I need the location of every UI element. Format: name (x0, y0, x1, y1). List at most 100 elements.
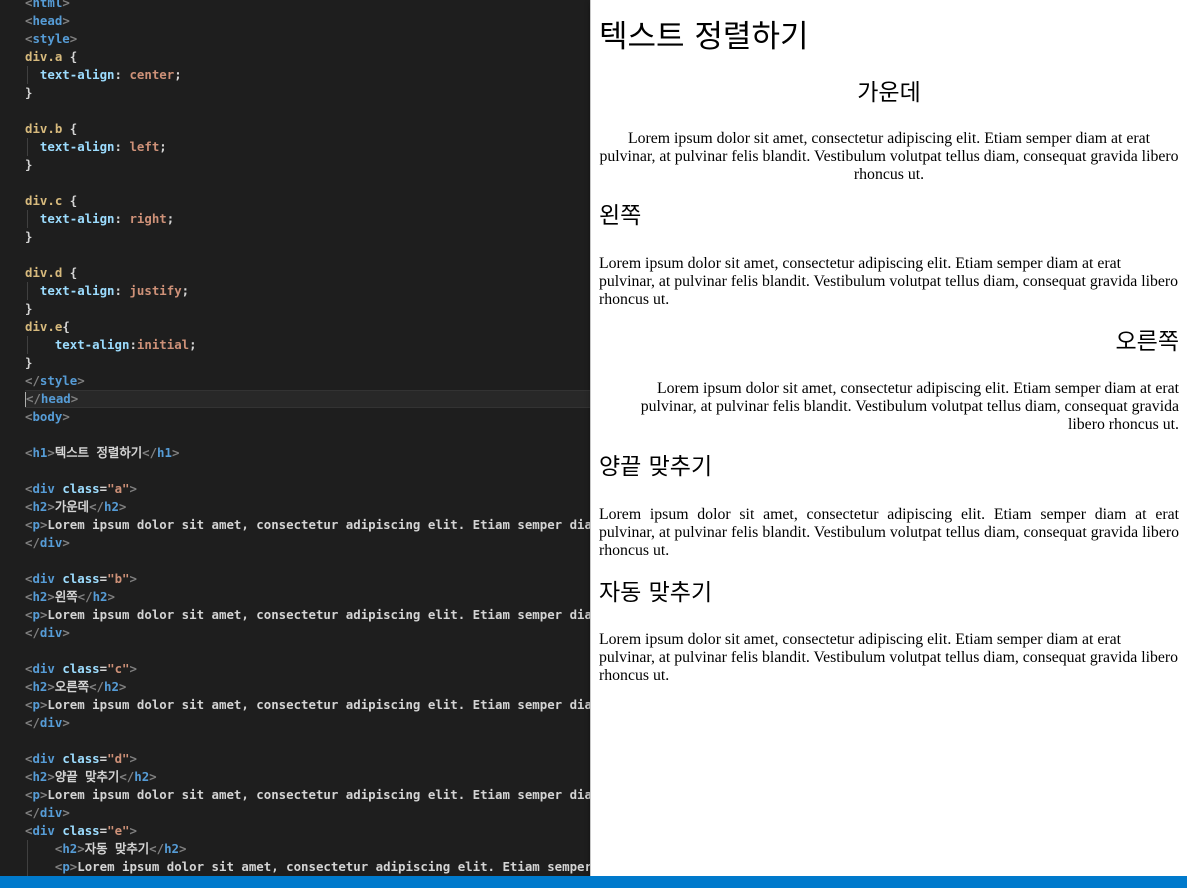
code-line[interactable]: text-align: center; (25, 66, 600, 84)
code-token: right (129, 211, 167, 226)
code-token: > (171, 445, 180, 460)
code-token: } (25, 229, 33, 244)
code-line[interactable]: </style> (25, 372, 600, 390)
browser-preview[interactable]: 텍스트 정렬하기 가운데 Lorem ipsum dolor sit amet,… (591, 0, 1187, 886)
code-token: </ (142, 445, 158, 460)
code-token: h2 (62, 841, 78, 856)
code-line[interactable] (25, 246, 600, 264)
code-token: div.a (25, 49, 63, 64)
code-token: "e" (107, 823, 130, 838)
code-line[interactable] (25, 642, 600, 660)
code-token: h2 (32, 589, 48, 604)
code-token: > (47, 589, 55, 604)
code-token: : (114, 67, 130, 82)
code-token: > (62, 535, 70, 550)
code-line[interactable]: <h2>자동 맞추기</h2> (25, 840, 600, 858)
code-token: h2 (164, 841, 180, 856)
code-line[interactable]: } (25, 228, 600, 246)
code-line[interactable]: <body> (25, 408, 600, 426)
code-line[interactable]: <h1>텍스트 정렬하기</h1> (25, 444, 600, 462)
status-bar (0, 876, 1187, 888)
code-token: style (32, 31, 70, 46)
code-line[interactable]: </div> (25, 714, 600, 732)
code-line[interactable]: text-align:initial; (25, 336, 600, 354)
code-token: text-align (39, 211, 115, 226)
code-line[interactable]: <h2>왼쪽</h2> (25, 588, 600, 606)
code-line[interactable]: } (25, 300, 600, 318)
section-heading: 가운데 (857, 80, 921, 106)
code-line[interactable]: <p>Lorem ipsum dolor sit amet, consectet… (25, 606, 600, 624)
code-line[interactable] (25, 462, 600, 480)
code-line[interactable]: <h2>오른쪽</h2> (25, 678, 600, 696)
code-line[interactable]: </head> (25, 390, 600, 408)
code-token: > (62, 13, 70, 28)
code-token: = (99, 571, 108, 586)
code-line[interactable]: <style> (25, 30, 600, 48)
code-line[interactable]: <p>Lorem ipsum dolor sit amet, consectet… (25, 786, 600, 804)
code-line[interactable]: } (25, 354, 600, 372)
code-token: div (32, 823, 55, 838)
section-justify: 양끝 맞추기 Lorem ipsum dolor sit amet, conse… (599, 454, 1179, 560)
code-line[interactable]: </div> (25, 804, 600, 822)
code-token: </ (77, 589, 93, 604)
code-token: </ (25, 625, 40, 640)
code-token: > (129, 481, 137, 496)
code-line[interactable]: <p>Lorem ipsum dolor sit amet, consectet… (25, 696, 600, 714)
code-token: body (32, 409, 63, 424)
code-token: Lorem ipsum dolor sit amet, consectetur … (47, 517, 600, 532)
code-line[interactable]: <div class="c"> (25, 660, 600, 678)
code-line[interactable]: text-align: justify; (25, 282, 600, 300)
code-line[interactable]: <div class="b"> (25, 570, 600, 588)
code-token: div.e (25, 319, 63, 334)
code-line[interactable]: </div> (25, 534, 600, 552)
code-line[interactable] (25, 426, 600, 444)
code-line[interactable]: <div class="e"> (25, 822, 600, 840)
code-token: > (77, 841, 85, 856)
indent-guide (27, 210, 28, 228)
code-token: { (62, 319, 70, 334)
code-token: > (47, 445, 55, 460)
code-token: > (62, 625, 70, 640)
code-line[interactable]: text-align: right; (25, 210, 600, 228)
code-token: > (69, 31, 78, 46)
code-line[interactable]: <h2>가운데</h2> (25, 498, 600, 516)
code-token: center (129, 67, 175, 82)
code-line[interactable]: div.a { (25, 48, 600, 66)
code-line[interactable]: <head> (25, 12, 600, 30)
code-line[interactable]: } (25, 156, 600, 174)
code-line[interactable]: div.e{ (25, 318, 600, 336)
code-token: Lorem ipsum dolor sit amet, consectetur … (47, 697, 600, 712)
code-token: head (32, 13, 63, 28)
code-token: > (47, 769, 55, 784)
code-editor[interactable]: <html> <head> <style> div.a { text-align: c… (0, 0, 600, 876)
code-line[interactable]: div.c { (25, 192, 600, 210)
code-token: > (62, 715, 70, 730)
code-line[interactable]: </div> (25, 624, 600, 642)
code-line[interactable]: div.b { (25, 120, 600, 138)
code-line[interactable]: <p>Lorem ipsum dolor sit amet, consectet… (25, 858, 600, 876)
code-token: > (77, 373, 85, 388)
code-line[interactable]: <h2>양끝 맞추기</h2> (25, 768, 600, 786)
code-token: p (32, 697, 40, 712)
code-token: style (39, 373, 78, 388)
code-line[interactable]: div.d { (25, 264, 600, 282)
indent-guide (27, 66, 28, 84)
code-line[interactable] (25, 732, 600, 750)
code-line[interactable]: <div class="d"> (25, 750, 600, 768)
code-line[interactable]: text-align: left; (25, 138, 600, 156)
code-line[interactable]: <html> (25, 0, 600, 12)
section-paragraph: Lorem ipsum dolor sit amet, consectetur … (640, 380, 1179, 433)
code-token: html (32, 0, 63, 10)
code-line[interactable]: <p>Lorem ipsum dolor sit amet, consectet… (25, 516, 600, 534)
code-token: p (32, 517, 40, 532)
code-line[interactable]: } (25, 84, 600, 102)
code-line[interactable] (25, 552, 600, 570)
code-line[interactable]: <div class="a"> (25, 480, 600, 498)
section-heading: 양끝 맞추기 (599, 454, 713, 480)
code-token: ; (189, 337, 197, 352)
code-token: h2 (32, 499, 48, 514)
code-token: h2 (92, 589, 108, 604)
code-line[interactable] (25, 102, 600, 120)
code-token: "c" (107, 661, 130, 676)
code-line[interactable] (25, 174, 600, 192)
